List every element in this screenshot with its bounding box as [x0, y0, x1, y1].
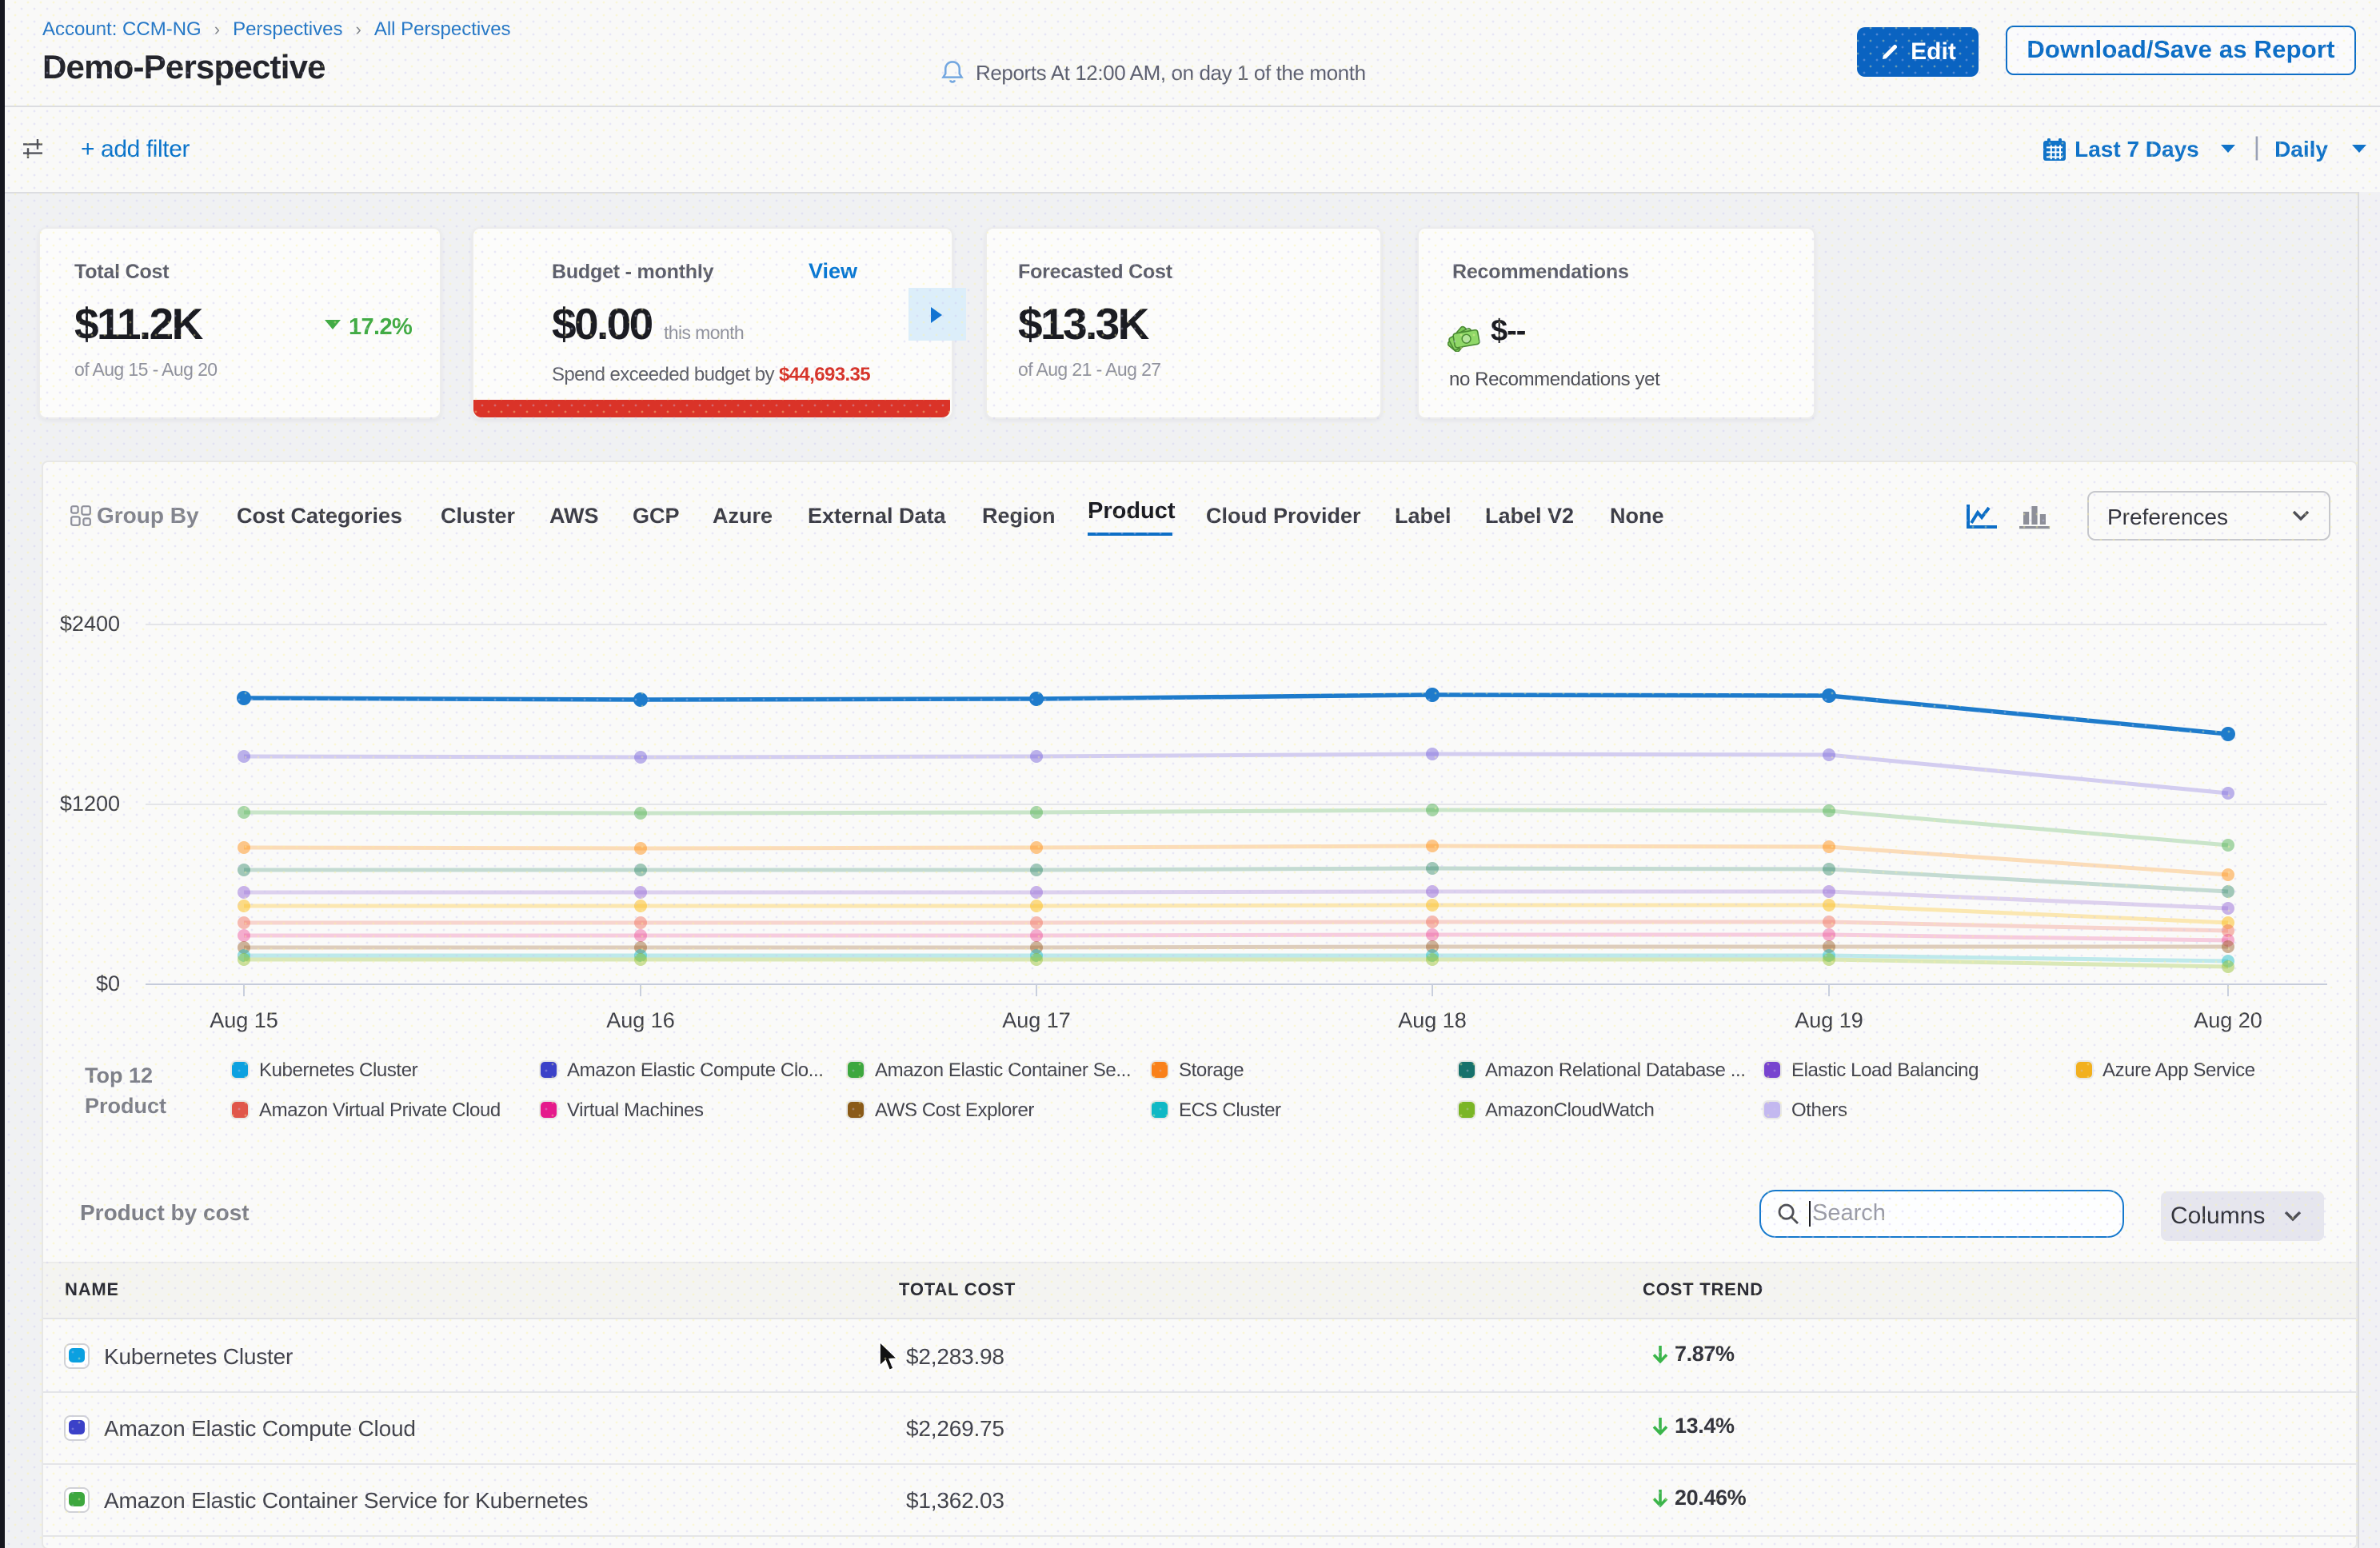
svg-text:Aug 15: Aug 15 [210, 1008, 278, 1032]
svg-text:Aug 20: Aug 20 [2194, 1008, 2262, 1032]
svg-text:$0: $0 [96, 971, 120, 995]
svg-text:Aug 17: Aug 17 [1002, 1008, 1071, 1032]
svg-text:$1200: $1200 [60, 792, 120, 816]
svg-text:Aug 19: Aug 19 [1795, 1008, 1863, 1032]
svg-text:$2400: $2400 [60, 612, 120, 636]
svg-text:Aug 16: Aug 16 [606, 1008, 675, 1032]
svg-text:Aug 18: Aug 18 [1398, 1008, 1467, 1032]
